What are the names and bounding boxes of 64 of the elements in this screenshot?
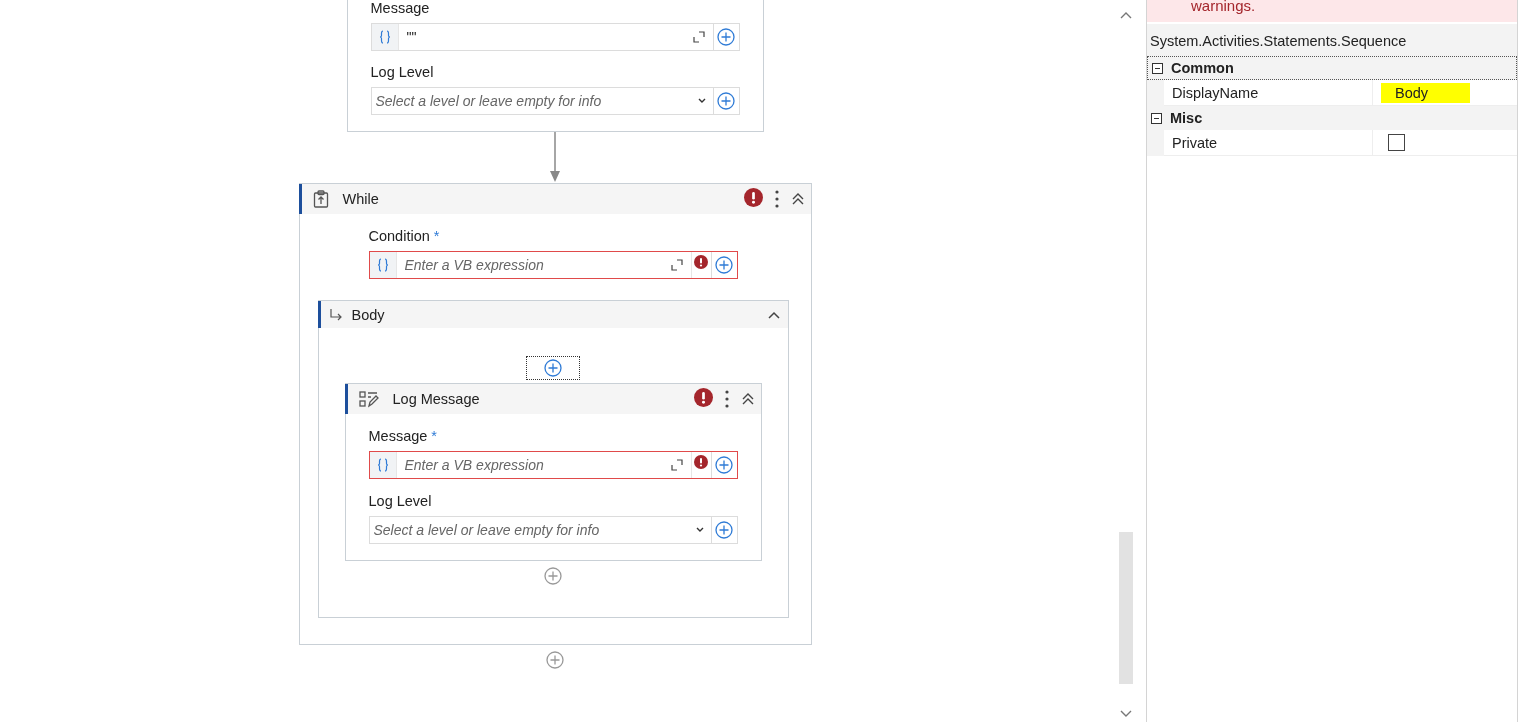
- field-label: Message: [370, 0, 430, 16]
- type-name: System.Activities.Statements.Sequence: [1150, 33, 1407, 49]
- scroll-up-icon[interactable]: [1120, 11, 1132, 19]
- plus-icon: [715, 456, 733, 474]
- activity-header[interactable]: While: [298, 184, 811, 214]
- more-icon[interactable]: [724, 390, 729, 408]
- connector-arrow: [549, 132, 561, 183]
- clipboard-icon: [312, 190, 329, 208]
- sequence-header[interactable]: Body: [317, 301, 788, 328]
- collapse-icon[interactable]: [1152, 62, 1163, 74]
- scrollbar-thumb[interactable]: [1119, 532, 1133, 684]
- return-arrow-icon: [328, 307, 343, 322]
- sequence-title: Body: [351, 306, 386, 323]
- plus-icon: [544, 567, 562, 585]
- activity-title: Log Message: [392, 391, 481, 407]
- add-activity-button[interactable]: [526, 356, 580, 380]
- activity-header[interactable]: Log Message: [344, 384, 761, 414]
- field-label: Log Level: [370, 64, 434, 80]
- field-label: Message: [368, 428, 428, 444]
- field-label: Log Level: [368, 493, 432, 509]
- collapse-icon[interactable]: [767, 310, 780, 319]
- expand-icon[interactable]: [670, 459, 683, 471]
- log-icon: [358, 390, 379, 408]
- required-mark: *: [433, 228, 440, 244]
- dropdown-input[interactable]: Select a level or leave empty for info: [369, 518, 695, 542]
- plus-icon: [717, 92, 735, 110]
- checkbox[interactable]: [1388, 134, 1405, 151]
- collapse-icon[interactable]: [1151, 112, 1162, 124]
- property-value[interactable]: Body: [1381, 82, 1470, 103]
- more-icon[interactable]: [774, 190, 779, 208]
- dropdown-field[interactable]: Select a level or leave empty for info: [370, 87, 740, 115]
- expand-icon[interactable]: [670, 259, 683, 271]
- expression-input[interactable]: "": [398, 25, 693, 49]
- plus-icon: [546, 651, 564, 669]
- dropdown-field[interactable]: Select a level or leave empty for info: [368, 516, 738, 544]
- activity-title: While: [342, 191, 380, 207]
- error-icon: [694, 455, 708, 469]
- plus-icon: [715, 256, 733, 274]
- braces-icon: [376, 458, 389, 472]
- braces-icon: [378, 30, 391, 44]
- expression-field[interactable]: Enter a VB expression: [368, 251, 738, 279]
- expand-icon[interactable]: [692, 31, 705, 43]
- collapse-icon[interactable]: [740, 393, 755, 405]
- expression-field[interactable]: Enter a VB expression: [368, 451, 738, 479]
- property-name: Private: [1164, 130, 1373, 155]
- plus-icon: [717, 28, 735, 46]
- scroll-down-icon[interactable]: [1120, 710, 1132, 718]
- caret-icon: [694, 527, 705, 533]
- plus-icon: [715, 521, 733, 539]
- error-icon: [694, 255, 708, 269]
- expression-input[interactable]: Enter a VB expression: [396, 253, 671, 277]
- category-name: Common: [1171, 60, 1234, 76]
- expression-input[interactable]: Enter a VB expression: [396, 453, 671, 477]
- dropdown-input[interactable]: Select a level or leave empty for info: [371, 89, 697, 113]
- expression-field[interactable]: "": [370, 23, 740, 51]
- plus-icon: [544, 359, 562, 377]
- caret-icon: [696, 98, 707, 104]
- required-mark: *: [431, 428, 437, 444]
- field-label: Condition: [368, 228, 430, 244]
- collapse-icon[interactable]: [790, 193, 805, 205]
- braces-icon: [376, 258, 389, 272]
- warning-text: warnings.: [1191, 0, 1256, 12]
- category-name: Misc: [1170, 110, 1203, 126]
- property-name: DisplayName: [1164, 80, 1373, 105]
